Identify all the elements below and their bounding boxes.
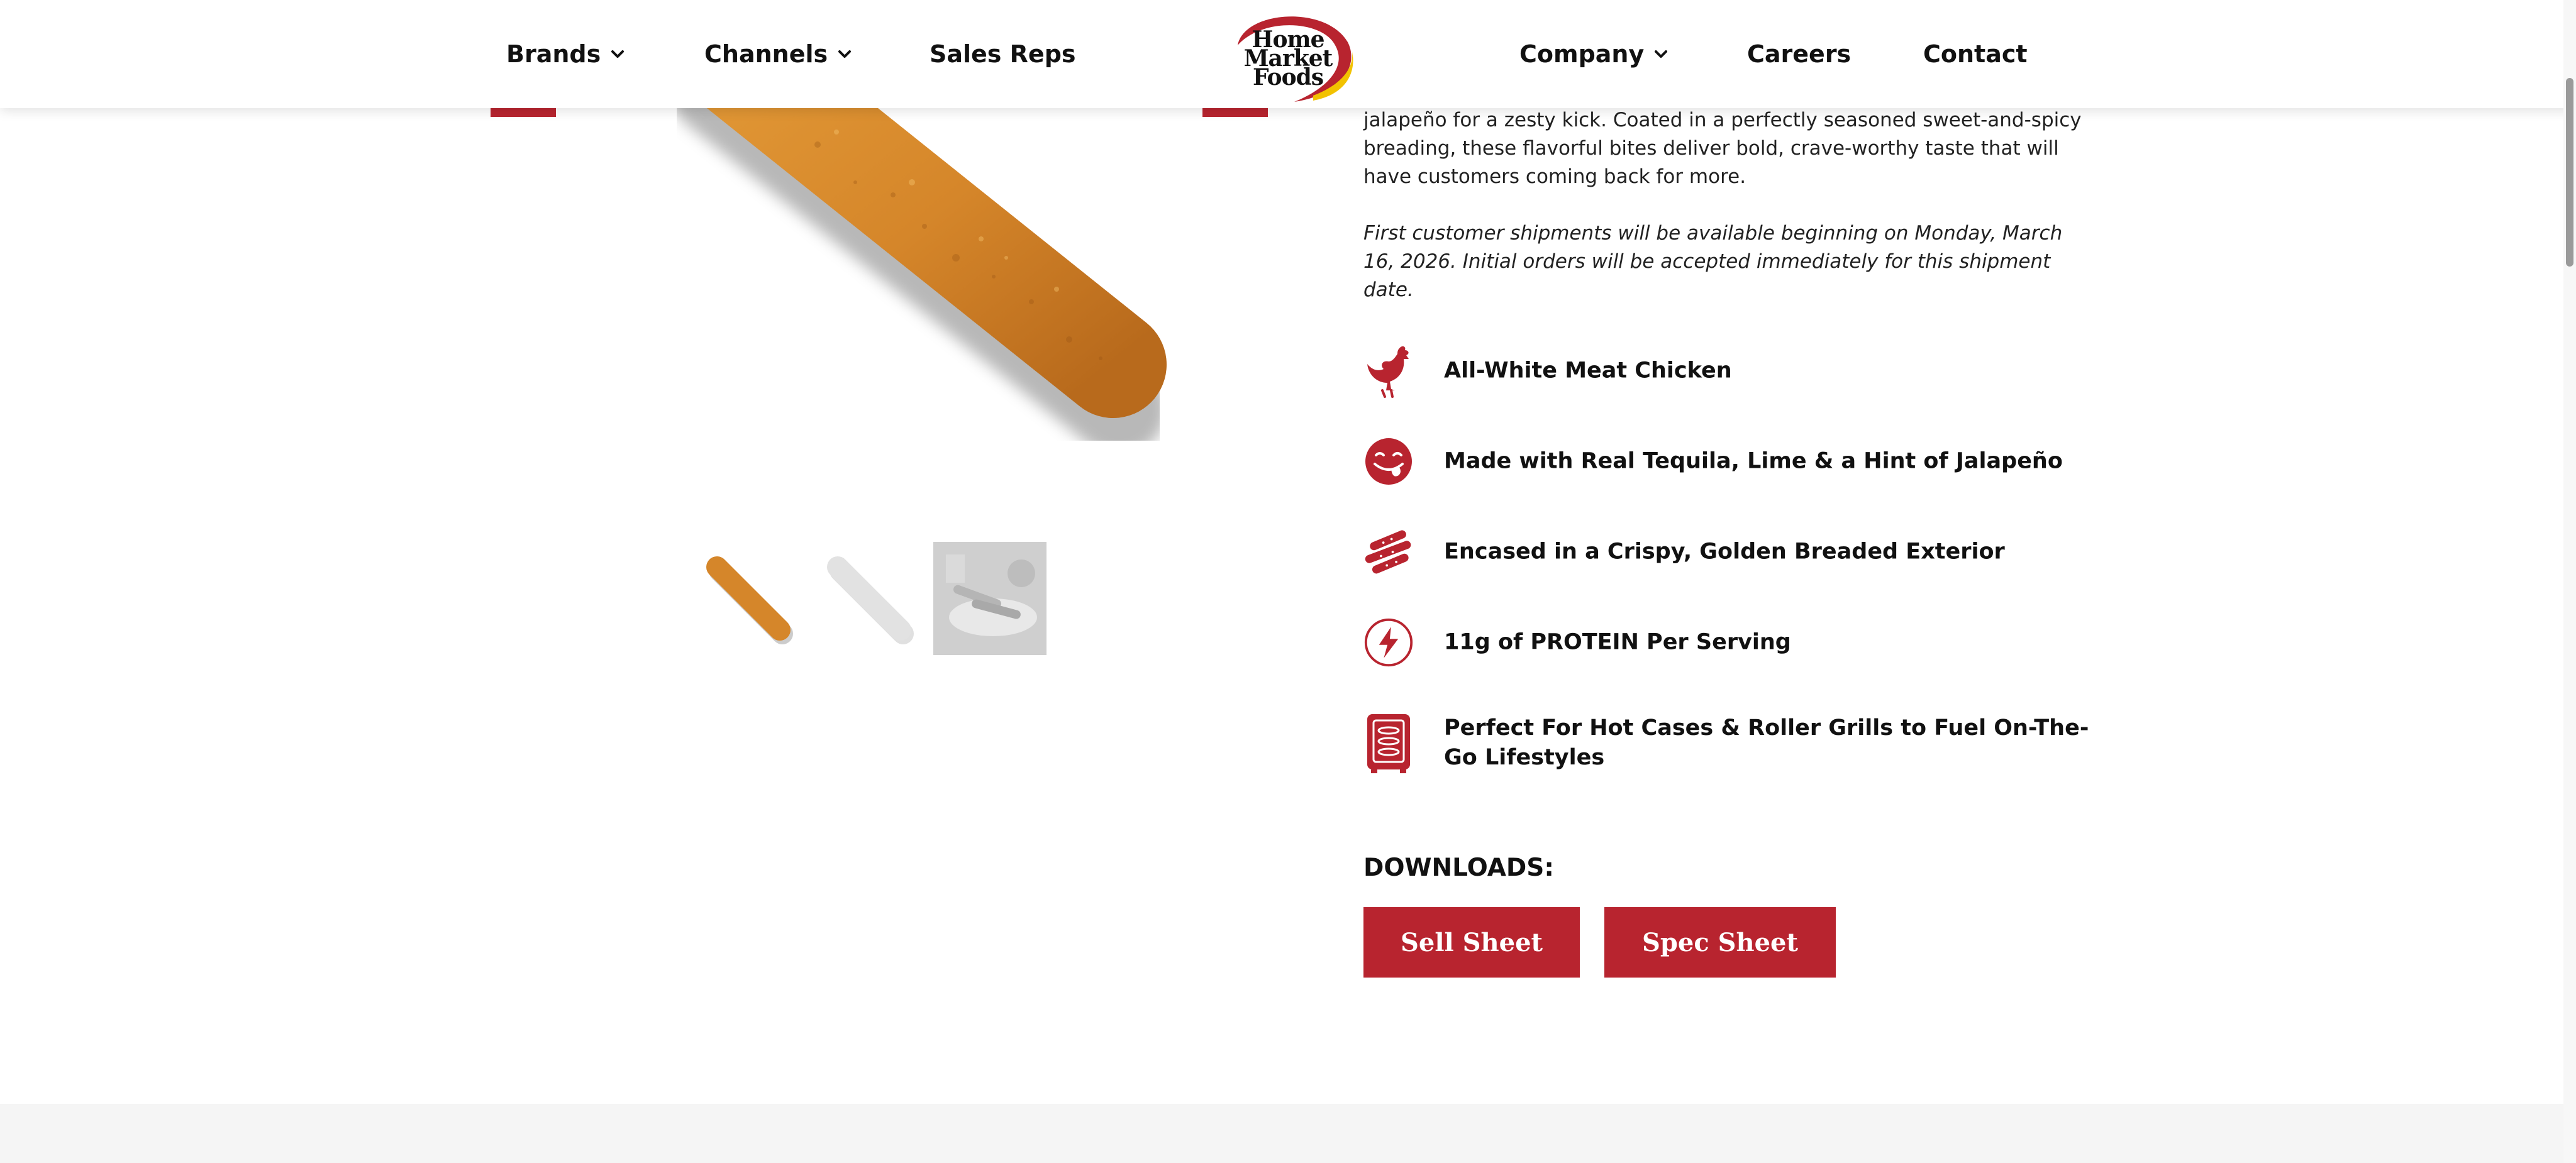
- thumbnail-lifestyle-photo[interactable]: [933, 542, 1046, 655]
- nav-brands-label: Brands: [506, 40, 601, 68]
- nav-careers-label: Careers: [1747, 40, 1852, 68]
- nav-company[interactable]: Company: [1519, 0, 1668, 108]
- chevron-down-icon: [838, 50, 852, 58]
- thumbnail-product-cooked[interactable]: [692, 542, 805, 655]
- nav-careers[interactable]: Careers: [1747, 0, 1851, 108]
- feature-item: Made with Real Tequila, Lime & a Hint of…: [1363, 430, 2118, 493]
- feature-text: All-White Meat Chicken: [1444, 358, 1732, 383]
- spec-sheet-button[interactable]: Spec Sheet: [1604, 907, 1836, 978]
- nav-sales-reps-label: Sales Reps: [930, 40, 1076, 68]
- logo-line-3: Foods: [1252, 64, 1324, 91]
- feature-text: Encased in a Crispy, Golden Breaded Exte…: [1444, 539, 2005, 565]
- lightning-bolt-icon: [1363, 611, 1414, 674]
- footer-section: [0, 1104, 2576, 1163]
- feature-item: Encased in a Crispy, Golden Breaded Exte…: [1363, 521, 2118, 583]
- gallery-prev-arrow[interactable]: [491, 108, 556, 117]
- tongue-smiley-icon: [1363, 430, 1414, 493]
- downloads-label: DOWNLOADS:: [1363, 854, 1554, 882]
- nav-brands[interactable]: Brands: [506, 0, 625, 108]
- site-header: Brands Channels Sales Reps Home Market F…: [0, 0, 2576, 108]
- nav-sales-reps[interactable]: Sales Reps: [930, 0, 1076, 108]
- feature-item: All-White Meat Chicken: [1363, 339, 2118, 402]
- chicken-icon: [1363, 339, 1414, 402]
- feature-text: Made with Real Tequila, Lime & a Hint of…: [1444, 448, 2063, 474]
- product-thumbnails: [692, 542, 1046, 655]
- chevron-down-icon: [1655, 50, 1668, 58]
- feature-text: Perfect For Hot Cases & Roller Grills to…: [1444, 715, 2089, 770]
- feature-text: 11g of PROTEIN Per Serving: [1444, 629, 1791, 655]
- nav-contact[interactable]: Contact: [1923, 0, 2028, 108]
- roller-grill-icon: [1363, 712, 1414, 774]
- sell-sheet-button[interactable]: Sell Sheet: [1363, 907, 1580, 978]
- nav-company-label: Company: [1519, 40, 1645, 68]
- product-main-image: [629, 75, 1233, 459]
- feature-item: Perfect For Hot Cases & Roller Grills to…: [1363, 712, 2118, 774]
- nav-channels[interactable]: Channels: [704, 0, 852, 108]
- home-market-foods-logo[interactable]: Home Market Foods: [1219, 8, 1357, 102]
- thumbnail-product-frozen[interactable]: [813, 542, 926, 655]
- scrollbar-thumb[interactable]: [2566, 78, 2573, 267]
- feature-item: 11g of PROTEIN Per Serving: [1363, 611, 2118, 674]
- breaded-sticks-icon: [1363, 521, 1414, 583]
- nav-contact-label: Contact: [1923, 40, 2028, 68]
- product-description: jalapeño for a zesty kick. Coated in a p…: [1363, 109, 2082, 188]
- shipment-note: First customer shipments will be availab…: [1363, 222, 2063, 301]
- chevron-down-icon: [611, 50, 625, 58]
- nav-channels-label: Channels: [704, 40, 828, 68]
